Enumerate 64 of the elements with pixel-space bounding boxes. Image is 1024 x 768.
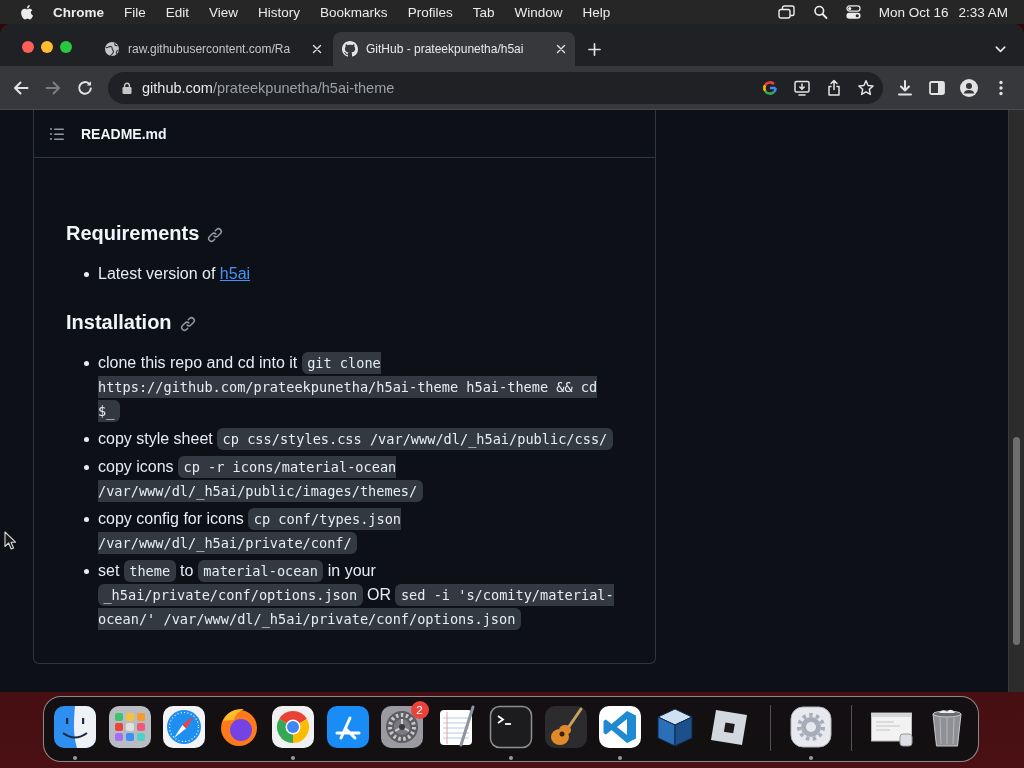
app-grid-icon[interactable] [107, 705, 152, 749]
person-icon[interactable] [960, 78, 978, 97]
bullet-icon [84, 568, 89, 574]
back-icon[interactable] [12, 78, 30, 97]
browser-tab[interactable]: GitHub - prateekpunetha/h5ai [333, 32, 575, 66]
app-menu[interactable]: Chrome [53, 4, 104, 20]
gear-icon[interactable] [380, 705, 425, 749]
zoom-window-icon[interactable] [60, 41, 72, 53]
download-icon[interactable] [896, 78, 914, 97]
letter-a-icon[interactable] [325, 705, 370, 749]
notification-badge: 2 [410, 701, 429, 719]
globe-icon [104, 41, 120, 57]
link-icon[interactable] [207, 227, 224, 243]
menu-item[interactable]: File [124, 4, 146, 20]
lock-icon[interactable] [122, 81, 132, 94]
g-logo-icon[interactable] [761, 78, 779, 97]
list-item: Latest version of h5ai [98, 264, 252, 284]
menu-item[interactable]: View [209, 4, 239, 20]
browser-tab[interactable]: raw.githubusercontent.com/Ra [95, 32, 331, 66]
bullet-icon [84, 464, 89, 470]
menu-item[interactable]: History [258, 4, 301, 20]
section-heading: Installation [66, 310, 172, 335]
scrollbar[interactable] [1008, 110, 1024, 692]
reload-icon[interactable] [76, 78, 94, 97]
bullet-icon [84, 516, 89, 522]
apple-icon[interactable] [20, 4, 33, 20]
bullet-icon [84, 360, 89, 366]
section-heading: Requirements [66, 221, 200, 246]
menu-item[interactable]: Profiles [407, 4, 453, 20]
link-icon[interactable] [179, 316, 196, 332]
minimize-window-icon[interactable] [41, 41, 53, 53]
ribbon-logo-icon[interactable] [598, 705, 643, 749]
overlapping-windows-icon[interactable] [777, 5, 795, 19]
terminal-icon[interactable] [489, 705, 534, 749]
screen-download-icon[interactable] [793, 78, 811, 97]
menu-bar-date[interactable]: Mon Oct 16 [878, 4, 949, 20]
bullet-icon [84, 436, 89, 442]
search-icon[interactable] [812, 5, 828, 19]
guitar-icon[interactable] [543, 705, 588, 749]
share-icon[interactable] [825, 78, 843, 97]
close-icon[interactable] [555, 43, 567, 55]
bullet-icon [84, 271, 89, 277]
scrollbar-thumb[interactable] [1013, 437, 1020, 645]
close-window-icon[interactable] [22, 41, 34, 53]
menu-item[interactable]: Window [514, 4, 563, 20]
star-icon[interactable] [857, 78, 875, 97]
mouse-pointer-icon [4, 531, 16, 550]
file-title: README.md [81, 125, 167, 142]
plus-icon[interactable] [588, 42, 601, 56]
menu-item[interactable]: Bookmarks [320, 4, 388, 20]
list-icon[interactable] [49, 125, 65, 142]
address-bar[interactable]: github.com/prateekpunetha/h5ai-theme [108, 71, 883, 104]
gear-icon[interactable] [788, 705, 833, 749]
menu-item[interactable]: Help [582, 4, 611, 20]
menu-item[interactable]: Edit [165, 4, 190, 20]
side-panel-icon[interactable] [928, 78, 946, 97]
smiling-face-icon[interactable] [53, 705, 98, 749]
cat-logo-icon [342, 41, 358, 57]
menu-item[interactable]: Tab [472, 4, 495, 20]
toggle-switches-icon[interactable] [845, 5, 861, 19]
text-link[interactable]: h5ai [219, 265, 251, 282]
close-icon[interactable] [311, 43, 323, 55]
compass-icon[interactable] [162, 705, 207, 749]
menu-bar-time[interactable]: 2:33 AM [958, 4, 1008, 20]
